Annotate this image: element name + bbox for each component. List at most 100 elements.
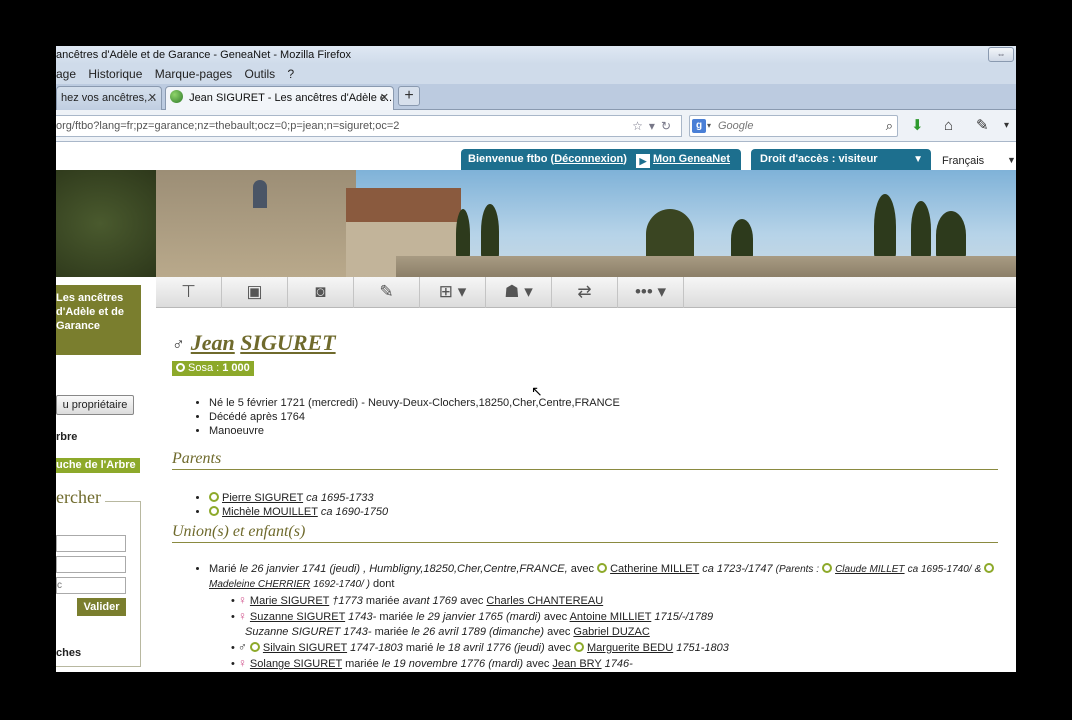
access-rights-dropdown[interactable]: Droit d'accès : visiteur ▼ xyxy=(751,149,931,170)
death-fact: Décédé après 1764 xyxy=(209,410,620,424)
child-spouse-link[interactable]: Antoine MILLIET xyxy=(570,611,652,623)
search-field-first-name[interactable] xyxy=(56,535,126,552)
close-tab-icon[interactable]: ✕ xyxy=(148,87,157,109)
avec-label: avec xyxy=(543,611,568,623)
reload-icon[interactable]: ↻ xyxy=(661,119,677,133)
validate-button[interactable]: Valider xyxy=(77,598,126,616)
female-icon: ♀ xyxy=(237,656,247,670)
left-sidebar: Les ancêtres d'Adèle et de Garance u pro… xyxy=(56,277,141,672)
new-tab-button[interactable]: + xyxy=(398,86,420,106)
window-title: ancêtres d'Adèle et de Garance - GeneaNe… xyxy=(56,49,351,61)
cypress-tree xyxy=(911,201,931,259)
tab-inactive[interactable]: hez vos ancêtres,... ✕ xyxy=(56,86,162,110)
search-placeholder: Google xyxy=(718,120,754,132)
search-icon[interactable]: ⌕ xyxy=(886,116,893,136)
tab-bar: hez vos ancêtres,... ✕ Jean SIGURET - Le… xyxy=(56,84,1016,110)
arbre-link[interactable]: rbre xyxy=(56,431,77,443)
tree-toolbar: ⊤ ▣ ◙ ✎ ⊞ ▾ ☗ ▾ ⇄ ••• ▾ xyxy=(156,277,1016,308)
owner-button[interactable]: u propriétaire xyxy=(56,395,134,415)
mouse-cursor-icon: ↖ xyxy=(531,383,543,399)
female-icon: ♀ xyxy=(237,609,247,623)
last-name-link[interactable]: SIGURET xyxy=(240,330,335,355)
parent-dates: ca 1695-1733 xyxy=(306,492,374,504)
menu-chevron-icon[interactable]: ▾ xyxy=(1004,117,1009,135)
parents-heading: Parents xyxy=(172,450,998,470)
more-icon[interactable]: ••• ▾ xyxy=(618,277,684,308)
souche-link[interactable]: uche de l'Arbre xyxy=(56,458,140,473)
header-banner-image xyxy=(56,170,1016,277)
dropdown-icon[interactable]: ▾ xyxy=(649,119,661,133)
relatives-icon[interactable]: ☗ ▾ xyxy=(486,277,552,308)
menu-item-page[interactable]: age xyxy=(56,67,76,81)
child-spouse-link[interactable]: Jean BRY xyxy=(552,658,601,670)
camera-icon[interactable]: ◙ xyxy=(288,277,354,308)
tools-icon[interactable]: ✎ xyxy=(976,117,989,135)
tab-active[interactable]: Jean SIGURET - Les ancêtres d'Adèle e...… xyxy=(165,86,394,110)
child-link[interactable]: Silvain SIGURET xyxy=(263,642,347,654)
spouse-father-link[interactable]: Claude MILLET xyxy=(835,564,904,575)
menu-item-historique[interactable]: Historique xyxy=(88,67,142,81)
chevron-down-icon[interactable]: ▼ xyxy=(1007,155,1016,165)
parent-link[interactable]: Michèle MOUILLET xyxy=(222,506,318,518)
menu-item-outils[interactable]: Outils xyxy=(244,67,275,81)
female-icon: ♀ xyxy=(237,593,247,607)
child-spouse-link[interactable]: Marguerite BEDU xyxy=(587,642,673,654)
parent-link[interactable]: Pierre SIGURET xyxy=(222,492,303,504)
children-list: • ♀ Marie SIGURET †1773 mariée avant 1769… xyxy=(231,593,729,672)
trees-image xyxy=(56,170,166,277)
child-link[interactable]: Suzanne SIGURET xyxy=(250,611,345,623)
page-title: ♂ Jean SIGURET xyxy=(172,330,336,356)
id-card-icon[interactable]: ▣ xyxy=(222,277,288,308)
child-marriage: le 18 avril 1776 (jeudi) xyxy=(436,642,545,654)
navigation-bar: org/ftbo?lang=fr;pz=garance;nz=thebault;… xyxy=(56,110,1016,142)
occupation-fact: Manoeuvre xyxy=(209,424,620,438)
roof-image xyxy=(346,188,461,223)
child-link[interactable]: Solange SIGURET xyxy=(250,658,342,670)
sosa-label: Sosa : xyxy=(188,362,220,374)
url-actions: ☆▾↻ xyxy=(632,116,677,136)
child-spouse-link[interactable]: Charles CHANTEREAU xyxy=(486,595,603,607)
child-marriage: avant 1769 xyxy=(402,595,458,607)
site-name[interactable]: Les ancêtres d'Adèle et de Garance xyxy=(56,285,141,355)
descendants-icon[interactable]: ⊞ ▾ xyxy=(420,277,486,308)
child-marriage: le 26 avril 1789 (dimanche) xyxy=(411,626,545,638)
web-page: Bienvenue ftbo (Déconnexion) ▶ Mon GeneaN… xyxy=(56,143,1016,672)
notes-icon[interactable]: ✎ xyxy=(354,277,420,308)
sidebar-link-recherches[interactable]: ches xyxy=(56,647,81,659)
cypress-tree xyxy=(936,211,966,259)
sosa-circle-icon xyxy=(574,642,584,652)
chevron-down-icon: ▼ xyxy=(913,154,923,165)
sosa-circle-icon xyxy=(249,642,260,652)
spouse-mother-link[interactable]: Madeleine CHERRIER xyxy=(209,579,310,590)
list-item: Michèle MOUILLET ca 1690-1750 xyxy=(209,505,388,519)
child-link[interactable]: Marie SIGURET xyxy=(250,595,329,607)
download-icon[interactable]: ⬇ xyxy=(911,117,924,135)
list-item: Marié le 26 janvier 1741 (jeudi) , Humbl… xyxy=(209,562,999,592)
child-spouse-link[interactable]: Gabriel DUZAC xyxy=(573,626,649,638)
search-title: ercher xyxy=(56,487,105,508)
home-icon[interactable]: ⌂ xyxy=(944,117,953,135)
language-select[interactable]: Français xyxy=(942,155,984,167)
chevron-down-icon[interactable]: ▾ xyxy=(707,116,711,136)
menu-item-marque-pages[interactable]: Marque-pages xyxy=(155,67,232,81)
google-icon[interactable]: g xyxy=(692,119,706,133)
bookmark-star-icon[interactable]: ☆ xyxy=(632,119,649,133)
search-field-last-name[interactable] xyxy=(56,556,126,573)
search-field-other[interactable] xyxy=(56,577,126,594)
close-tab-icon[interactable]: ✕ xyxy=(380,87,389,109)
logout-link[interactable]: Déconnexion xyxy=(554,153,623,165)
spouse-link[interactable]: Catherine MILLET xyxy=(610,563,699,575)
first-name-link[interactable]: Jean xyxy=(191,330,235,355)
child-dates: 1743- xyxy=(348,611,377,623)
restore-icon[interactable]: ⇔ xyxy=(988,47,1014,62)
my-geneanet-link[interactable]: Mon GeneaNet xyxy=(653,153,730,165)
search-input[interactable]: g ▾ Google ⌕ xyxy=(689,115,898,137)
title-bar: ancêtres d'Adèle et de Garance - GeneaNe… xyxy=(56,46,1016,64)
url-bar[interactable]: org/ftbo?lang=fr;pz=garance;nz=thebault;… xyxy=(56,115,682,137)
parent-dates: ca 1690-1750 xyxy=(320,506,389,518)
tree-icon[interactable]: ⊤ xyxy=(156,277,222,308)
cypress-tree xyxy=(481,204,499,259)
marriage-label: Marié xyxy=(209,563,237,575)
menu-item-help[interactable]: ? xyxy=(288,67,295,81)
swap-trees-icon[interactable]: ⇄ xyxy=(552,277,618,308)
